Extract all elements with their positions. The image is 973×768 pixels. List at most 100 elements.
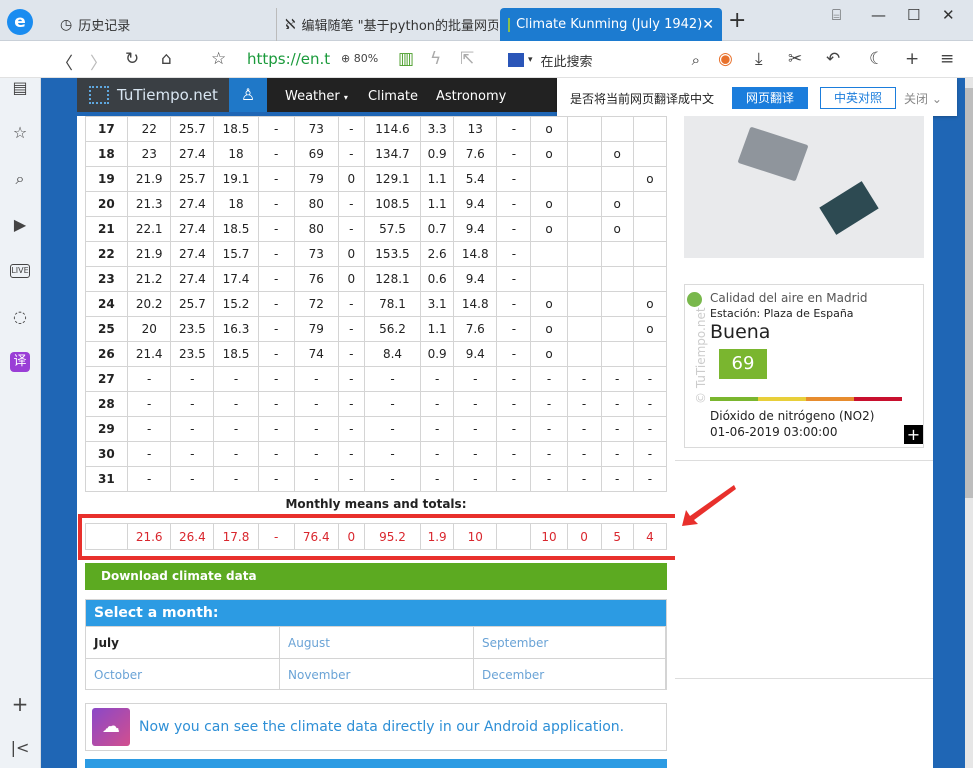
table-cell: -: [496, 266, 532, 292]
translate-icon[interactable]: 译: [10, 352, 30, 372]
table-cell: -: [453, 391, 498, 417]
scrollbar-thumb[interactable]: [965, 88, 973, 498]
tab-edit-post[interactable]: ℵ 编辑随笔 "基于python的批量网页: [276, 8, 498, 41]
minimize-button[interactable]: —: [871, 6, 886, 24]
table-row: 26 21.4 23.5 18.5-74-8.4 0.9 9.4- o: [84, 341, 668, 367]
close-window-button[interactable]: ✕: [942, 6, 955, 24]
table-cell: 21.9: [127, 241, 172, 267]
table-cell: -: [337, 391, 365, 417]
menu-icon[interactable]: ≡: [940, 49, 954, 69]
add-icon[interactable]: +: [905, 49, 919, 69]
month-november[interactable]: November: [280, 658, 474, 690]
share-icon[interactable]: ⇱: [460, 49, 474, 69]
table-cell: 0: [337, 266, 365, 292]
night-mode-icon[interactable]: ☾: [869, 49, 884, 69]
table-cell: -: [257, 341, 295, 367]
favorites-star-icon[interactable]: ☆: [10, 123, 30, 142]
table-cell: -: [337, 416, 365, 442]
page-scrollbar[interactable]: [965, 78, 973, 768]
tab-history[interactable]: ◷ 历史记录: [52, 8, 274, 41]
game-icon[interactable]: ◉: [718, 49, 733, 69]
table-cell: 18.5: [213, 341, 259, 367]
chevron-down-icon: ▾: [528, 55, 533, 65]
table-cell: -: [453, 466, 498, 492]
site-logo[interactable]: TuTiempo.net: [77, 78, 229, 112]
maximize-button[interactable]: ☐: [907, 6, 920, 24]
table-cell: [600, 316, 634, 342]
day-cell: 25: [84, 316, 129, 342]
month-december[interactable]: December: [474, 658, 666, 690]
table-cell: 22: [127, 116, 172, 142]
new-tab-button[interactable]: +: [728, 8, 746, 33]
undo-icon[interactable]: ↶: [826, 49, 840, 69]
table-cell: 23.5: [170, 341, 215, 367]
table-cell: 18.5: [213, 116, 259, 142]
day-cell: 23: [84, 266, 129, 292]
refresh-button[interactable]: ↻: [125, 49, 139, 69]
search-icon[interactable]: ⌕: [692, 51, 700, 69]
month-september[interactable]: September: [474, 626, 666, 658]
table-cell: 21.4: [127, 341, 172, 367]
month-august[interactable]: August: [280, 626, 474, 658]
site-navbar: TuTiempo.net ♙ Weather ▾ Climate Astrono…: [77, 78, 588, 112]
table-cell: 9.4: [453, 341, 498, 367]
table-cell: [566, 141, 602, 167]
table-cell: 18.5: [213, 216, 259, 242]
table-cell: -: [496, 191, 532, 217]
tab-climate-kunming[interactable]: Climate Kunming (July 1942) ✕: [500, 8, 722, 41]
table-cell: 128.1: [363, 266, 422, 292]
back-button[interactable]: 〈: [56, 49, 73, 74]
zoom-level[interactable]: ⊕ 80%: [341, 52, 378, 65]
laptop-ad-image[interactable]: [684, 116, 924, 258]
close-translate-button[interactable]: 关闭 ⌄: [904, 90, 942, 107]
sidebar-add-icon[interactable]: +: [10, 692, 30, 716]
sidebar-search-icon[interactable]: ⌕: [10, 169, 30, 189]
download-climate-button[interactable]: Download climate data: [85, 563, 667, 590]
weather-app-icon: ☁: [92, 708, 130, 746]
table-cell: o: [600, 191, 634, 217]
nav-astronomy[interactable]: Astronomy: [436, 78, 506, 112]
table-cell: 0.6: [420, 266, 455, 292]
chat-icon[interactable]: ◌: [10, 307, 30, 326]
forward-button[interactable]: 〉: [90, 49, 107, 74]
android-app-banner[interactable]: ☁ Now you can see the climate data direc…: [85, 703, 667, 751]
table-cell: -: [420, 466, 455, 492]
air-quality-widget[interactable]: © TuTiempo.net Calidad del aire en Madri…: [684, 284, 924, 448]
person-icon[interactable]: ♙: [229, 78, 267, 112]
reader-icon[interactable]: ▥: [398, 49, 414, 69]
home-button[interactable]: ⌂: [161, 49, 172, 69]
table-cell: -: [257, 441, 295, 467]
table-cell: [632, 266, 668, 292]
table-cell: o: [632, 166, 668, 192]
table-cell: -: [257, 116, 295, 142]
table-cell: 0.9: [420, 341, 455, 367]
aq-title: Calidad del aire en Madrid: [710, 291, 868, 305]
download-icon[interactable]: ⤓: [755, 49, 763, 69]
table-row: 28- - - - - - - - - - - - - -: [84, 391, 668, 417]
bookmark-star-icon[interactable]: ☆: [211, 49, 226, 69]
table-cell: -: [257, 191, 295, 217]
expand-plus-icon[interactable]: +: [904, 425, 923, 444]
translate-page-button[interactable]: 网页翻译: [732, 87, 808, 109]
lightning-icon[interactable]: ϟ: [430, 49, 441, 69]
search-box[interactable]: ▾ 在此搜索 ⌕: [508, 47, 700, 73]
bilingual-button[interactable]: 中英对照: [820, 87, 896, 109]
collapse-sidebar-icon[interactable]: |<: [10, 738, 30, 757]
nav-climate[interactable]: Climate: [368, 78, 418, 112]
tab-bar: e ◷ 历史记录 ℵ 编辑随笔 "基于python的批量网页 Climate K…: [0, 0, 973, 41]
reading-list-icon[interactable]: ▤: [10, 78, 30, 97]
table-row: 24 20.2 25.7 15.2-72-78.1 3.1 14.8- o o: [84, 291, 668, 317]
browser-logo-icon[interactable]: e: [7, 9, 33, 35]
pin-icon[interactable]: ⌸: [832, 6, 841, 24]
month-october[interactable]: October: [86, 658, 280, 690]
scissors-icon[interactable]: ✂: [788, 49, 802, 69]
nav-weather[interactable]: Weather ▾: [285, 78, 348, 112]
table-cell: -: [496, 341, 532, 367]
video-icon[interactable]: ▶: [10, 215, 30, 234]
arrow-shape: [682, 485, 736, 526]
address-bar[interactable]: https://en.t: [247, 50, 330, 68]
live-icon[interactable]: LIVE: [10, 264, 30, 278]
close-tab-icon[interactable]: ✕: [702, 17, 714, 33]
table-cell: [632, 216, 668, 242]
table-cell: -: [170, 441, 215, 467]
